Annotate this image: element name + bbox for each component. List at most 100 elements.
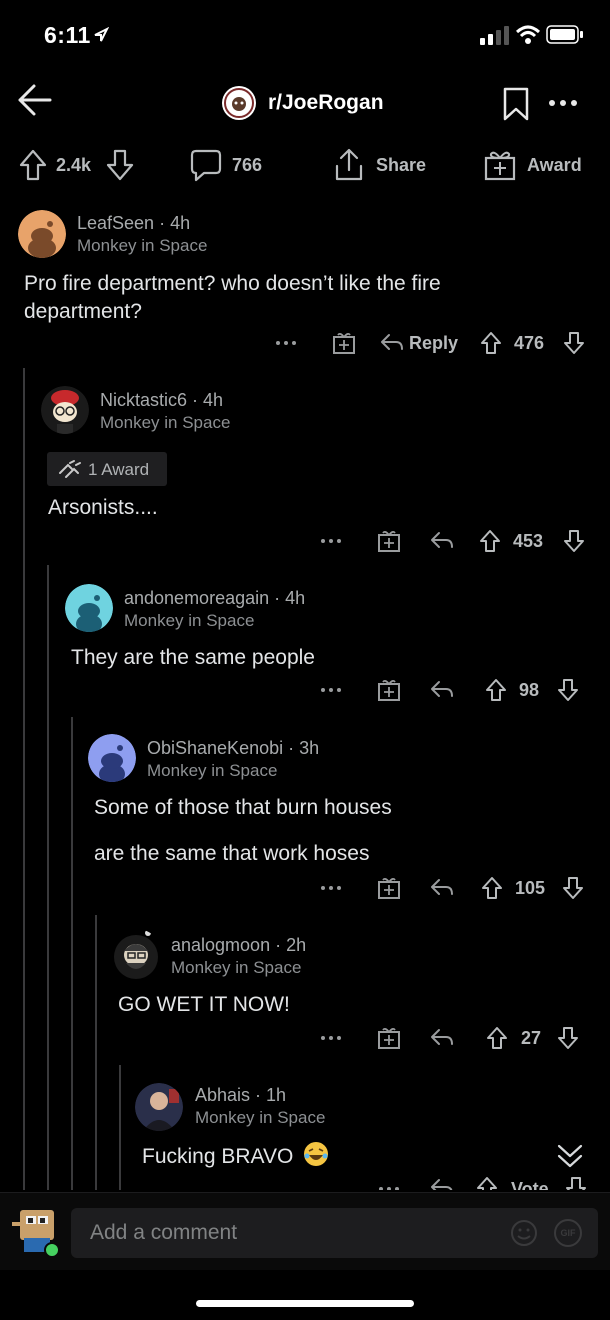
status-bar: 6:11: [0, 0, 610, 70]
comment: analogmoon · 2h Monkey in Space GO WET I…: [0, 925, 610, 1060]
comment: Abhais · 1h Monkey in Space Fucking BRAV…: [0, 1075, 610, 1190]
gif-icon[interactable]: GIF: [554, 1219, 582, 1247]
downvote-icon[interactable]: [565, 1176, 587, 1190]
comment: andonemoreagain · 4h Monkey in Space The…: [0, 580, 610, 710]
downvote-icon[interactable]: [106, 149, 134, 181]
more-icon[interactable]: [378, 1186, 400, 1190]
award-count: 1 Award: [88, 460, 150, 479]
vote-count: 453: [513, 531, 544, 551]
user-flair: Monkey in Space: [195, 1108, 326, 1127]
upvote-icon[interactable]: [485, 678, 507, 702]
avatar[interactable]: [88, 734, 136, 782]
nav-bar: r/JoeRogan: [0, 70, 610, 136]
subreddit-title[interactable]: r/JoeRogan: [268, 91, 384, 115]
user-flair: Monkey in Space: [171, 958, 302, 977]
comment-author[interactable]: analogmoon · 2h: [171, 935, 306, 956]
upvote-icon[interactable]: [19, 149, 47, 181]
more-icon[interactable]: [275, 340, 297, 346]
comment: ObiShaneKenobi · 3h Monkey in Space Some…: [0, 730, 610, 910]
share-button[interactable]: Share: [376, 155, 426, 176]
reply-button[interactable]: Reply: [409, 333, 458, 354]
battery-icon: [546, 25, 583, 44]
upvote-icon[interactable]: [476, 1176, 498, 1190]
vote-label: Vote: [511, 1179, 549, 1190]
comment-placeholder: Add a comment: [90, 1221, 238, 1244]
post-comment-count[interactable]: 766: [232, 155, 262, 176]
award-icon[interactable]: [484, 148, 516, 182]
upvote-icon[interactable]: [481, 876, 503, 900]
downvote-icon[interactable]: [563, 529, 585, 553]
award-hands-icon: [59, 460, 81, 478]
comment-body: Some of those that burn houses: [94, 796, 392, 819]
upvote-icon[interactable]: [479, 529, 501, 553]
wifi-icon: [515, 25, 541, 44]
comment-actions: 453: [0, 525, 610, 557]
location-icon: [94, 27, 109, 42]
avatar[interactable]: [112, 929, 162, 981]
downvote-icon[interactable]: [557, 678, 579, 702]
vote-count: 476: [514, 333, 545, 353]
user-flair: Monkey in Space: [100, 413, 231, 432]
comment-body: They are the same people: [71, 646, 315, 669]
avatar[interactable]: [135, 1083, 183, 1131]
award-icon[interactable]: [332, 331, 356, 355]
award-button[interactable]: Award: [527, 155, 582, 176]
avatar[interactable]: [10, 1202, 64, 1258]
comment-author[interactable]: LeafSeen · 4h: [77, 213, 190, 234]
comment-body: Pro fire department? who doesn’t like th…: [24, 272, 441, 323]
user-flair: Monkey in Space: [147, 761, 278, 780]
status-time: 6:11: [44, 22, 91, 48]
reply-icon[interactable]: [430, 680, 454, 700]
award-icon[interactable]: [377, 876, 401, 900]
home-indicator: [196, 1300, 414, 1307]
share-icon[interactable]: [333, 148, 365, 182]
downvote-icon[interactable]: [557, 1026, 579, 1050]
vote-count: 27: [521, 1028, 542, 1048]
comment-input[interactable]: Add a comment GIF: [71, 1208, 598, 1258]
vote-count: 98: [519, 680, 540, 700]
comment-body: Arsonists....: [48, 496, 158, 519]
reply-icon[interactable]: [430, 1178, 454, 1190]
downvote-icon[interactable]: [562, 876, 584, 900]
laughing-emoji-icon: [304, 1142, 329, 1166]
comment-body: GO WET IT NOW!: [118, 993, 290, 1016]
signal-icon: [480, 26, 509, 45]
avatar[interactable]: [65, 584, 113, 632]
user-flair: Monkey in Space: [124, 611, 255, 630]
more-icon[interactable]: [320, 687, 342, 693]
post-action-bar: 2.4k 766 Share Award: [0, 140, 610, 190]
reply-icon[interactable]: [430, 1028, 454, 1048]
comment-author[interactable]: Abhais · 1h: [195, 1085, 286, 1106]
back-arrow-icon[interactable]: [16, 82, 54, 118]
award-icon[interactable]: [377, 678, 401, 702]
more-icon[interactable]: [548, 99, 578, 107]
award-icon[interactable]: [377, 529, 401, 553]
more-icon[interactable]: [320, 1035, 342, 1041]
bookmark-icon[interactable]: [502, 87, 530, 121]
comment-body: Fucking BRAVO: [142, 1141, 329, 1171]
more-icon[interactable]: [320, 538, 342, 544]
comment-author[interactable]: Nicktastic6 · 4h: [100, 390, 223, 411]
comment: LeafSeen · 4h Monkey in Space Pro fire d…: [0, 205, 610, 365]
comment-author[interactable]: ObiShaneKenobi · 3h: [147, 738, 319, 759]
award-icon[interactable]: [377, 1026, 401, 1050]
reply-icon[interactable]: [430, 878, 454, 898]
more-icon[interactable]: [320, 885, 342, 891]
comment-icon[interactable]: [190, 148, 222, 182]
award-badge[interactable]: 1 Award: [47, 452, 167, 486]
subreddit-icon[interactable]: [221, 85, 257, 121]
comment-body: are the same that work hoses: [94, 842, 370, 865]
post-vote-count: 2.4k: [56, 155, 92, 175]
downvote-icon[interactable]: [563, 331, 585, 355]
reply-icon[interactable]: [380, 333, 404, 353]
comment-author[interactable]: andonemoreagain · 4h: [124, 588, 305, 609]
reply-icon[interactable]: [430, 531, 454, 551]
avatar[interactable]: [18, 210, 66, 258]
collapse-thread-icon[interactable]: [556, 1142, 584, 1170]
upvote-icon[interactable]: [480, 331, 502, 355]
avatar[interactable]: [41, 386, 89, 434]
vote-count: 105: [515, 878, 546, 898]
emoji-icon[interactable]: [510, 1219, 538, 1247]
upvote-icon[interactable]: [486, 1026, 508, 1050]
user-flair: Monkey in Space: [77, 236, 208, 255]
